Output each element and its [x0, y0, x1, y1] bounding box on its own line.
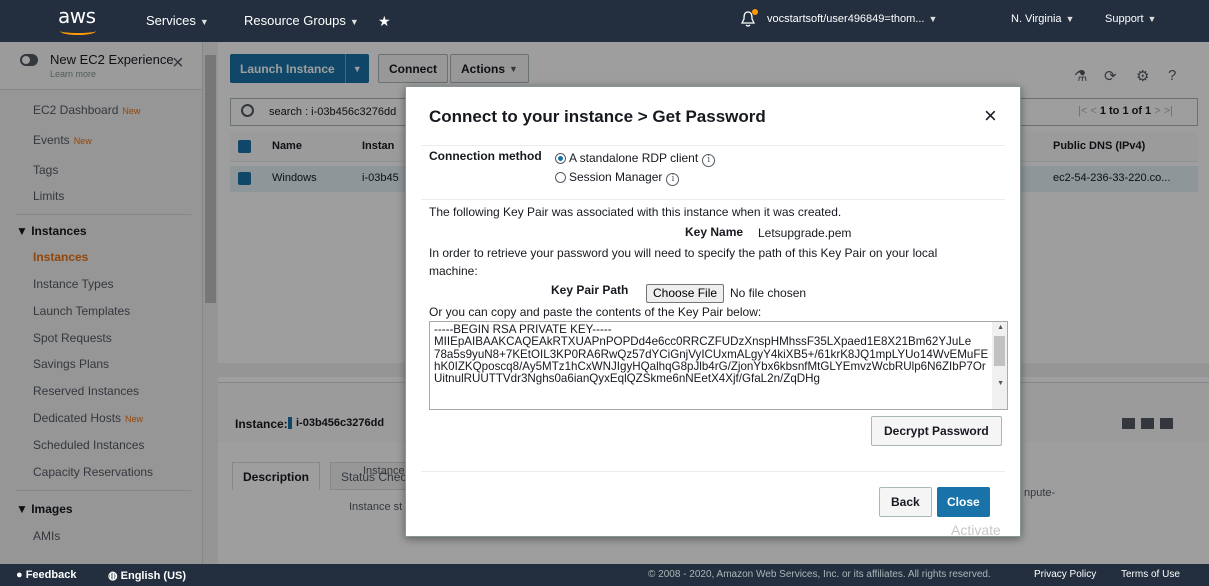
aws-smile-icon — [60, 27, 96, 35]
services-label: Services — [146, 13, 196, 28]
aws-logo-text: aws — [58, 4, 96, 28]
support-label: Support — [1105, 13, 1144, 25]
aws-logo[interactable]: aws — [56, 4, 116, 38]
chevron-down-icon: ▼ — [928, 14, 938, 24]
key-name-value: Letsupgrade.pem — [758, 226, 852, 240]
connection-method-label: Connection method — [429, 149, 542, 163]
notification-dot — [752, 9, 758, 15]
account-menu[interactable]: vocstartsoft/user496849=thom... ▼ — [767, 13, 937, 25]
services-menu[interactable]: Services ▼ — [146, 13, 209, 28]
chevron-down-icon: ▼ — [349, 17, 359, 27]
footer: ● Feedback ◍ English (US) © 2008 - 2020,… — [0, 564, 1209, 586]
decrypt-password-button[interactable]: Decrypt Password — [871, 416, 1002, 446]
retrieve-instructions-cont: machine: — [429, 264, 478, 278]
no-file-chosen-text: No file chosen — [730, 286, 807, 300]
feedback-label: Feedback — [25, 569, 77, 581]
info-icon[interactable]: i — [702, 154, 716, 167]
paste-instructions: Or you can copy and paste the contents o… — [429, 305, 762, 319]
scroll-down-icon[interactable]: ▼ — [997, 380, 1004, 387]
back-button[interactable]: Back — [879, 487, 932, 517]
feedback-icon: ● — [16, 569, 26, 581]
privacy-policy-link[interactable]: Privacy Policy — [1034, 569, 1096, 580]
close-button[interactable]: Close — [937, 487, 990, 517]
scroll-up-icon[interactable]: ▲ — [997, 324, 1004, 331]
top-navigation: aws Services ▼ Resource Groups ▼ ★ vocstar… — [0, 0, 1209, 42]
region-label: N. Virginia — [1011, 13, 1062, 25]
chevron-down-icon: ▼ — [1147, 14, 1157, 24]
feedback-link[interactable]: ● Feedback — [16, 569, 76, 581]
textarea-scroll-thumb[interactable] — [994, 336, 1005, 366]
choose-file-button[interactable]: Choose File — [646, 284, 725, 303]
resource-groups-label: Resource Groups — [244, 13, 346, 28]
key-pair-textarea[interactable]: -----BEGIN RSA PRIVATE KEY----- MIIEpAIB… — [429, 321, 1008, 410]
pin-icon[interactable]: ★ — [378, 13, 391, 30]
account-label: vocstartsoft/user496849=thom... — [767, 13, 925, 25]
retrieve-instructions: In order to retrieve your password you w… — [429, 246, 938, 260]
get-password-dialog: Connect to your instance > Get Password … — [405, 86, 1021, 538]
rdp-option-label: A standalone RDP client i — [569, 151, 716, 167]
key-pair-contents: -----BEGIN RSA PRIVATE KEY----- MIIEpAIB… — [434, 323, 989, 386]
session-manager-option-label: Session Manager i — [569, 170, 680, 186]
support-menu[interactable]: Support ▼ — [1105, 13, 1156, 25]
terms-of-use-link[interactable]: Terms of Use — [1121, 569, 1180, 580]
key-pair-path-label: Key Pair Path — [551, 283, 629, 297]
chevron-down-icon: ▼ — [1065, 14, 1075, 24]
dialog-title: Connect to your instance > Get Password — [429, 107, 766, 126]
key-name-label: Key Name — [685, 225, 744, 239]
divider — [421, 471, 1005, 472]
session-manager-radio[interactable] — [555, 172, 566, 183]
language-selector[interactable]: ◍ English (US) — [108, 569, 186, 582]
language-label: English (US) — [120, 570, 187, 582]
activate-windows-watermark: Activate — [951, 522, 1001, 538]
close-icon[interactable]: × — [984, 103, 997, 129]
divider — [421, 199, 1005, 200]
associated-text: The following Key Pair was associated wi… — [429, 205, 842, 219]
divider — [421, 145, 1005, 146]
globe-icon: ◍ — [108, 570, 121, 582]
rdp-radio[interactable] — [555, 153, 566, 164]
resource-groups-menu[interactable]: Resource Groups ▼ — [244, 13, 359, 28]
info-icon[interactable]: i — [666, 173, 680, 186]
chevron-down-icon: ▼ — [199, 17, 209, 27]
region-menu[interactable]: N. Virginia ▼ — [1011, 13, 1074, 25]
copyright-text: © 2008 - 2020, Amazon Web Services, Inc.… — [648, 569, 991, 580]
